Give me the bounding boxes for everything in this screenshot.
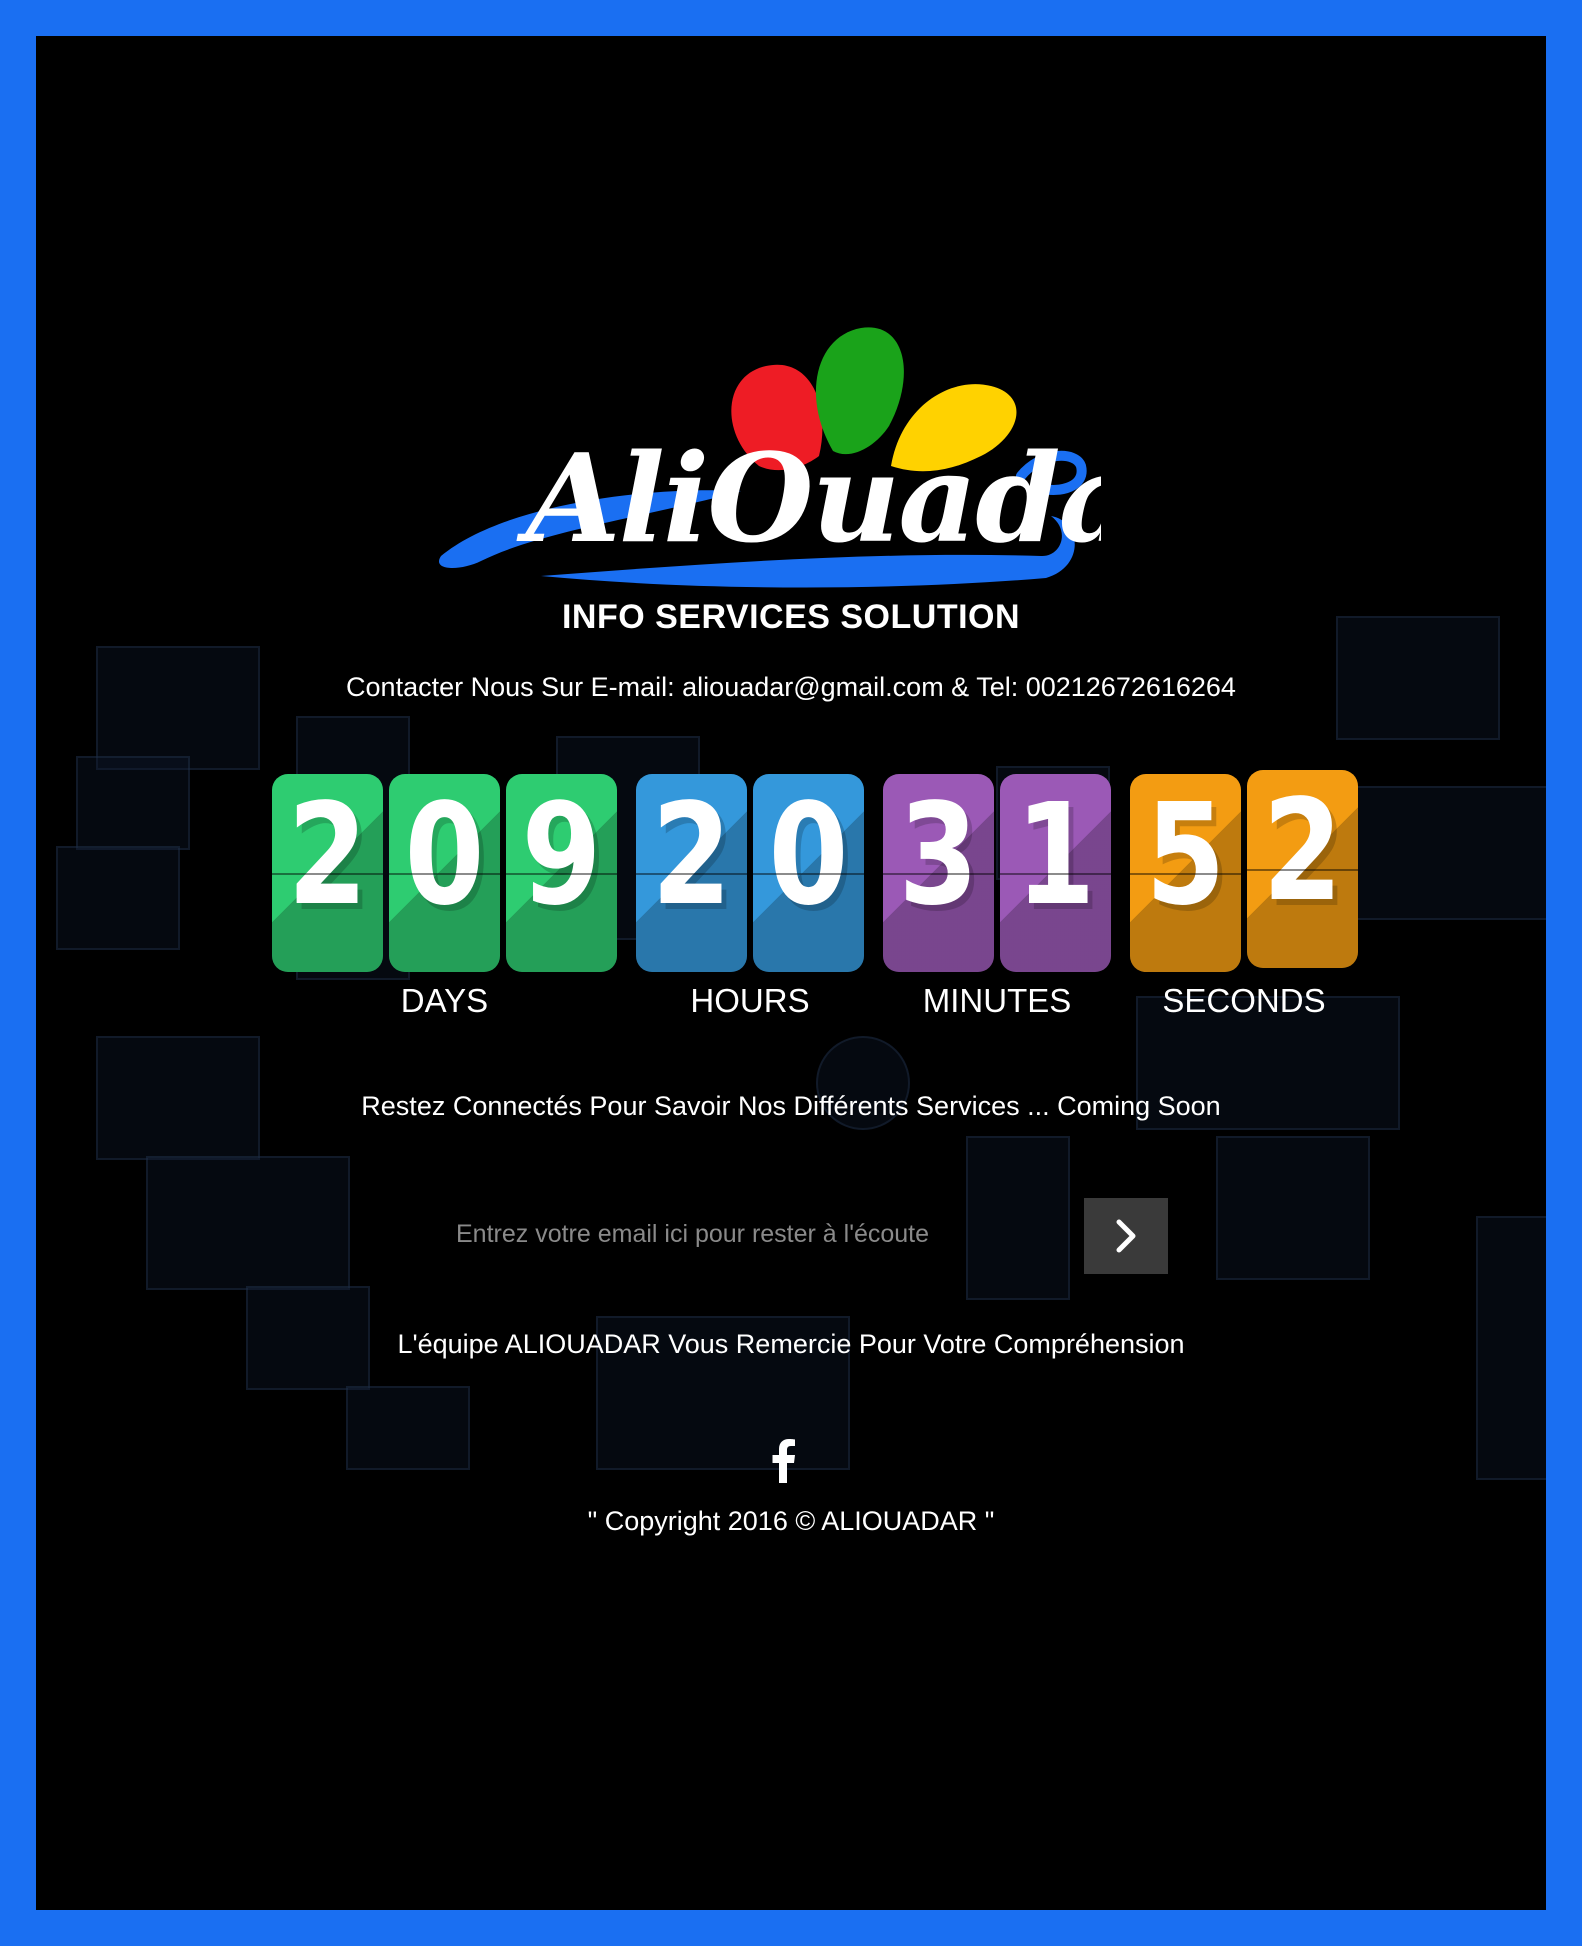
minutes-digit-1: 3 xyxy=(883,774,994,972)
chevron-right-icon xyxy=(1116,1219,1136,1253)
tagline: INFO SERVICES SOLUTION xyxy=(561,598,1021,636)
hours-label: HOURS xyxy=(690,982,810,1019)
facebook-link[interactable] xyxy=(764,1436,804,1486)
page-frame: AliOuadaR INFO SERVICES SOLUTION Contact… xyxy=(36,36,1546,1910)
seconds-label: SECONDS xyxy=(1162,982,1326,1019)
days-digit-2: 0 xyxy=(389,774,500,972)
coming-soon-message: Restez Connectés Pour Savoir Nos Différe… xyxy=(361,1091,1221,1121)
aliouadar-logo: AliOuadaR xyxy=(439,327,1101,588)
days-digit-3: 9 xyxy=(506,774,617,972)
minutes-digit-2: 1 xyxy=(1000,774,1111,972)
thanks-message: L'équipe ALIOUADAR Vous Remercie Pour Vo… xyxy=(397,1329,1185,1359)
logo-wordmark: AliOuadaR xyxy=(516,426,1101,570)
main-content: AliOuadaR INFO SERVICES SOLUTION Contact… xyxy=(36,36,1546,1910)
copyright: " Copyright 2016 © ALIOUADAR " xyxy=(587,1506,995,1536)
seconds-digit-2: 2 xyxy=(1247,770,1358,968)
hours-digit-1: 2 xyxy=(636,774,747,972)
subscribe-form xyxy=(436,1194,1186,1274)
hours-digit-2: 0 xyxy=(753,774,864,972)
countdown-timer: 2 0 9 DAYS 2 0 HOURS 3 1 MINUTES 5 2 SEC… xyxy=(236,770,1358,1019)
minutes-label: MINUTES xyxy=(922,982,1072,1019)
contact-info: Contacter Nous Sur E-mail: aliouadar@gma… xyxy=(346,672,1236,702)
facebook-icon xyxy=(772,1439,795,1483)
seconds-digit-1: 5 xyxy=(1130,774,1241,972)
email-input[interactable] xyxy=(436,1194,1076,1274)
subscribe-submit-button[interactable] xyxy=(1084,1198,1168,1274)
days-digit-1: 2 xyxy=(272,774,383,972)
days-label: DAYS xyxy=(400,982,489,1019)
